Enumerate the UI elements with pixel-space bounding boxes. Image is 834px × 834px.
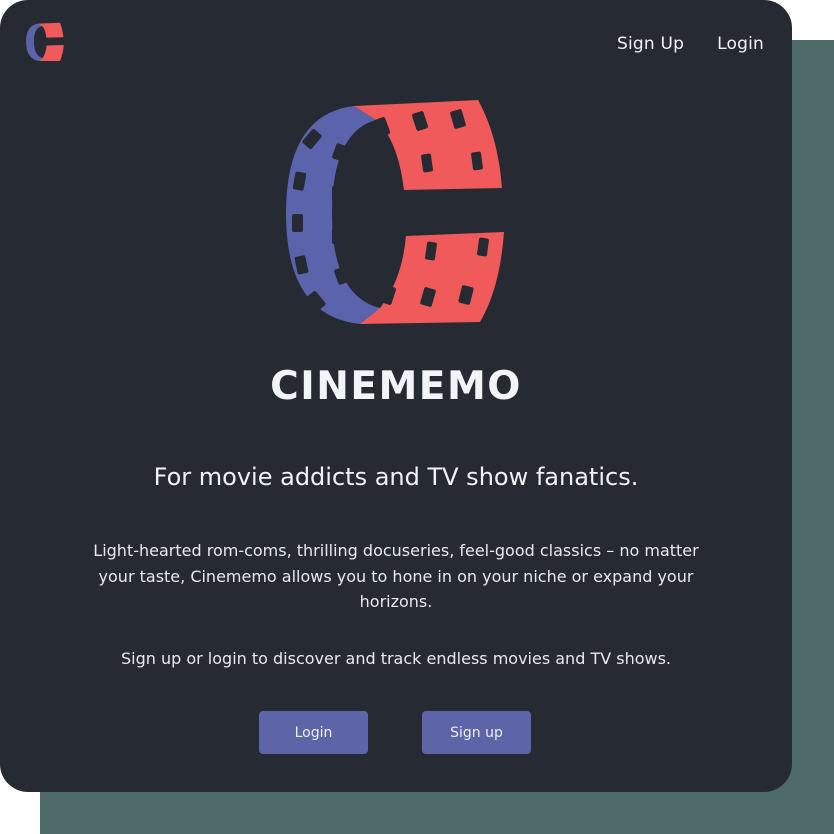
hero-description: Light-hearted rom-coms, thrilling docuse… <box>93 541 699 611</box>
login-button[interactable]: Login <box>259 711 368 754</box>
top-nav: Sign Up Login <box>617 34 764 54</box>
cta-text: Sign up or login to discover and track e… <box>120 649 672 668</box>
app-window: Sign Up Login CINEMEMO For movie addicts… <box>0 0 792 792</box>
film-reel-logo-icon[interactable] <box>24 21 66 63</box>
hero-tagline: For movie addicts and TV show fanatics. <box>153 463 639 491</box>
signup-button[interactable]: Sign up <box>422 711 531 754</box>
page: Sign Up Login CINEMEMO For movie addicts… <box>0 0 834 834</box>
nav-signup-link[interactable]: Sign Up <box>617 34 684 54</box>
brand-title: CINEMEMO <box>270 364 522 409</box>
nav-login-link[interactable]: Login <box>717 34 764 54</box>
film-reel-logo-icon <box>286 100 504 324</box>
